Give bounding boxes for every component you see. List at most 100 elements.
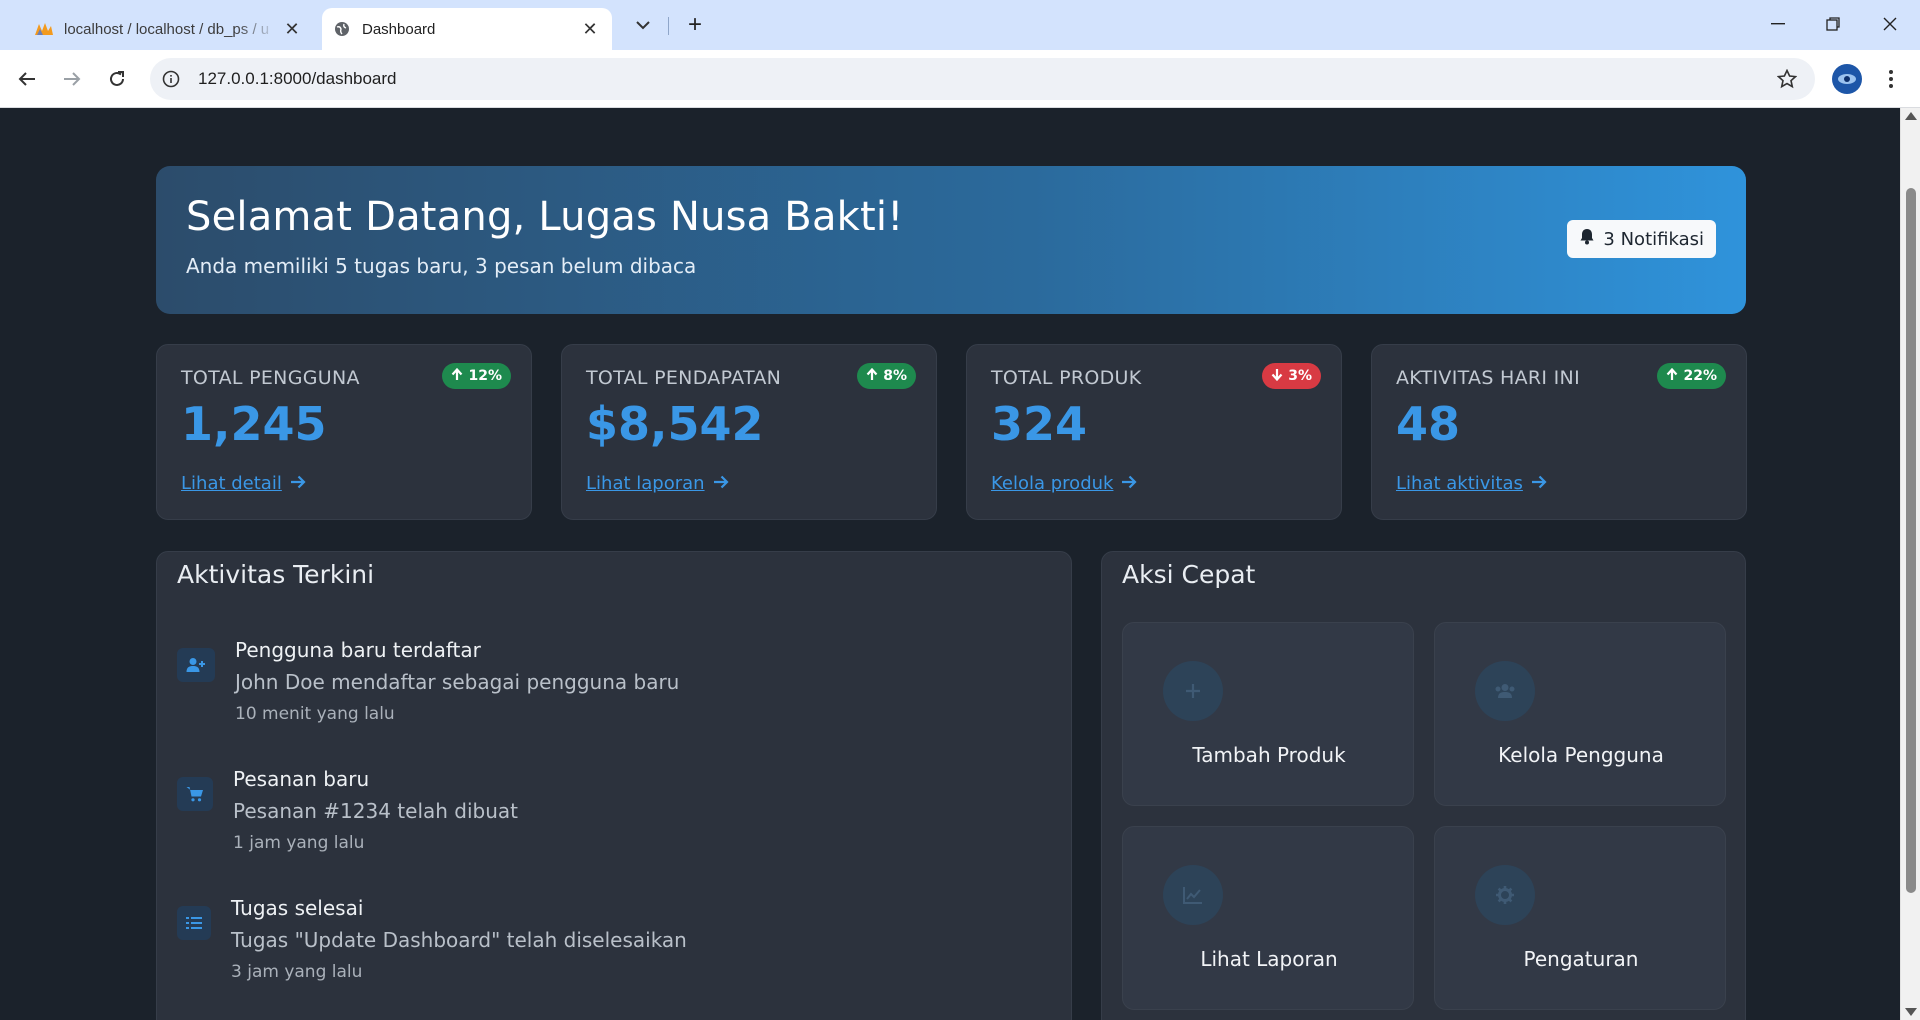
reload-icon[interactable]: [100, 62, 134, 96]
arrow-right-icon[interactable]: [1531, 473, 1547, 494]
activity-description: Tugas "Update Dashboard" telah diselesai…: [231, 928, 687, 952]
trend-value: 12%: [468, 368, 502, 384]
bookmark-star-icon[interactable]: [1775, 67, 1799, 91]
stat-card-activity: AKTIVITAS HARI INI 22% 48 Lihat aktivita…: [1371, 344, 1747, 520]
stat-link[interactable]: Lihat detail: [181, 473, 306, 494]
quick-action-settings[interactable]: Pengaturan: [1434, 826, 1726, 1010]
chart-icon: [1163, 865, 1223, 925]
restore-icon[interactable]: [1813, 8, 1853, 40]
welcome-banner: Selamat Datang, Lugas Nusa Bakti! Anda m…: [156, 166, 1746, 314]
stat-card-users: TOTAL PENGGUNA 12% 1,245 Lihat detail: [156, 344, 532, 520]
stat-link[interactable]: Lihat aktivitas: [1396, 473, 1547, 494]
welcome-subtitle: Anda memiliki 5 tugas baru, 3 pesan belu…: [186, 254, 697, 278]
stat-card-revenue: TOTAL PENDAPATAN 8% $8,542 Lihat laporan: [561, 344, 937, 520]
stat-link[interactable]: Lihat laporan: [586, 473, 729, 494]
trend-value: 8%: [883, 368, 907, 384]
quick-action-view-reports[interactable]: Lihat Laporan: [1122, 826, 1414, 1010]
arrow-right-icon[interactable]: [1121, 473, 1138, 494]
stat-link-label[interactable]: Lihat aktivitas: [1396, 473, 1523, 494]
stat-link-label[interactable]: Kelola produk: [991, 473, 1113, 494]
minimize-icon[interactable]: [1758, 8, 1798, 40]
profile-avatar-icon[interactable]: [1832, 64, 1862, 94]
stat-card-products: TOTAL PRODUK 3% 324 Kelola produk: [966, 344, 1342, 520]
notifications-label: 3 Notifikasi: [1603, 228, 1704, 250]
task-list-icon: [177, 906, 211, 940]
arrow-right-icon[interactable]: [713, 473, 729, 494]
gear-icon: [1475, 865, 1535, 925]
window-close-icon[interactable]: [1870, 8, 1910, 40]
kebab-menu-icon[interactable]: [1876, 64, 1906, 94]
page-scrollbar[interactable]: [1900, 108, 1920, 1020]
quick-action-label[interactable]: Kelola Pengguna: [1435, 743, 1727, 767]
back-arrow-icon[interactable]: [10, 62, 44, 96]
tab-dashboard[interactable]: Dashboard ✕: [322, 8, 612, 50]
activity-time: 3 jam yang lalu: [231, 962, 363, 982]
quick-action-manage-users[interactable]: Kelola Pengguna: [1434, 622, 1726, 806]
quick-action-label[interactable]: Lihat Laporan: [1123, 947, 1415, 971]
url-text: 127.0.0.1:8000/dashboard: [198, 69, 397, 88]
browser-tab-bar: localhost / localhost / db_ps / u ✕ Dash…: [0, 0, 1920, 50]
quick-actions-panel: Aksi Cepat Tambah Produk Kelola Pengguna…: [1101, 551, 1746, 1020]
trend-badge: 22%: [1657, 363, 1726, 389]
activity-description: Pesanan #1234 telah dibuat: [233, 799, 519, 823]
arrow-right-icon[interactable]: [290, 473, 306, 494]
stat-link[interactable]: Kelola produk: [991, 473, 1138, 494]
user-plus-icon: [177, 648, 215, 682]
page-viewport: Selamat Datang, Lugas Nusa Bakti! Anda m…: [0, 108, 1900, 1020]
bell-icon: [1579, 228, 1595, 250]
stat-link-label[interactable]: Lihat laporan: [586, 473, 705, 494]
scroll-thumb[interactable]: [1906, 188, 1916, 893]
site-info-icon[interactable]: [150, 58, 192, 100]
close-tab-icon[interactable]: ✕: [576, 15, 604, 43]
activity-description: John Doe mendaftar sebagai pengguna baru: [235, 670, 680, 694]
stat-value: 48: [1396, 397, 1461, 451]
tab-title: Dashboard: [362, 20, 436, 38]
stat-value: $8,542: [586, 397, 764, 451]
tab-separator: [668, 17, 669, 35]
activity-time: 1 jam yang lalu: [233, 833, 365, 853]
quick-action-add-product[interactable]: Tambah Produk: [1122, 622, 1414, 806]
arrow-up-icon: [451, 367, 463, 385]
activity-time: 10 menit yang lalu: [235, 704, 395, 724]
address-bar[interactable]: 127.0.0.1:8000/dashboard: [150, 58, 1815, 100]
welcome-title: Selamat Datang, Lugas Nusa Bakti!: [186, 194, 904, 240]
tab-title: localhost / localhost / db_ps / u: [64, 20, 270, 38]
users-icon: [1475, 661, 1535, 721]
plus-icon: [1163, 661, 1223, 721]
tab-phpmyadmin[interactable]: localhost / localhost / db_ps / u ✕: [24, 8, 314, 50]
activity-title: Pengguna baru terdaftar: [235, 638, 481, 662]
cart-icon: [177, 777, 213, 811]
stat-label: AKTIVITAS HARI INI: [1396, 367, 1580, 389]
stat-value: 324: [991, 397, 1088, 451]
arrow-down-icon: [1271, 368, 1283, 385]
quick-action-label[interactable]: Pengaturan: [1435, 947, 1727, 971]
activity-title: Tugas selesai: [231, 896, 364, 920]
trend-value: 3%: [1288, 368, 1312, 384]
phpmyadmin-icon: [34, 19, 54, 39]
browser-toolbar: 127.0.0.1:8000/dashboard: [0, 50, 1920, 108]
close-tab-icon[interactable]: ✕: [278, 15, 306, 43]
stat-label: TOTAL PRODUK: [991, 367, 1142, 389]
panel-title: Aktivitas Terkini: [177, 560, 375, 589]
trend-badge: 12%: [442, 363, 511, 389]
panel-title: Aksi Cepat: [1122, 560, 1256, 589]
quick-action-label[interactable]: Tambah Produk: [1123, 743, 1415, 767]
activity-title: Pesanan baru: [233, 767, 370, 791]
trend-badge: 3%: [1262, 363, 1321, 389]
stat-link-label[interactable]: Lihat detail: [181, 473, 282, 494]
new-tab-plus-icon[interactable]: +: [680, 10, 710, 40]
globe-icon: [332, 19, 352, 39]
stat-label: TOTAL PENDAPATAN: [586, 367, 782, 389]
arrow-up-icon: [1666, 367, 1678, 385]
arrow-up-icon: [866, 367, 878, 385]
notifications-button[interactable]: 3 Notifikasi: [1567, 220, 1716, 258]
scroll-up-arrow-icon[interactable]: [1905, 112, 1917, 120]
stat-label: TOTAL PENGGUNA: [181, 367, 360, 389]
forward-arrow-icon[interactable]: [55, 62, 89, 96]
stat-value: 1,245: [181, 397, 327, 451]
tab-search-chevron-icon[interactable]: [628, 10, 658, 40]
trend-badge: 8%: [857, 363, 916, 389]
recent-activity-panel: Aktivitas Terkini Pengguna baru terdafta…: [156, 551, 1072, 1020]
scroll-down-arrow-icon[interactable]: [1905, 1008, 1917, 1016]
trend-value: 22%: [1683, 368, 1717, 384]
